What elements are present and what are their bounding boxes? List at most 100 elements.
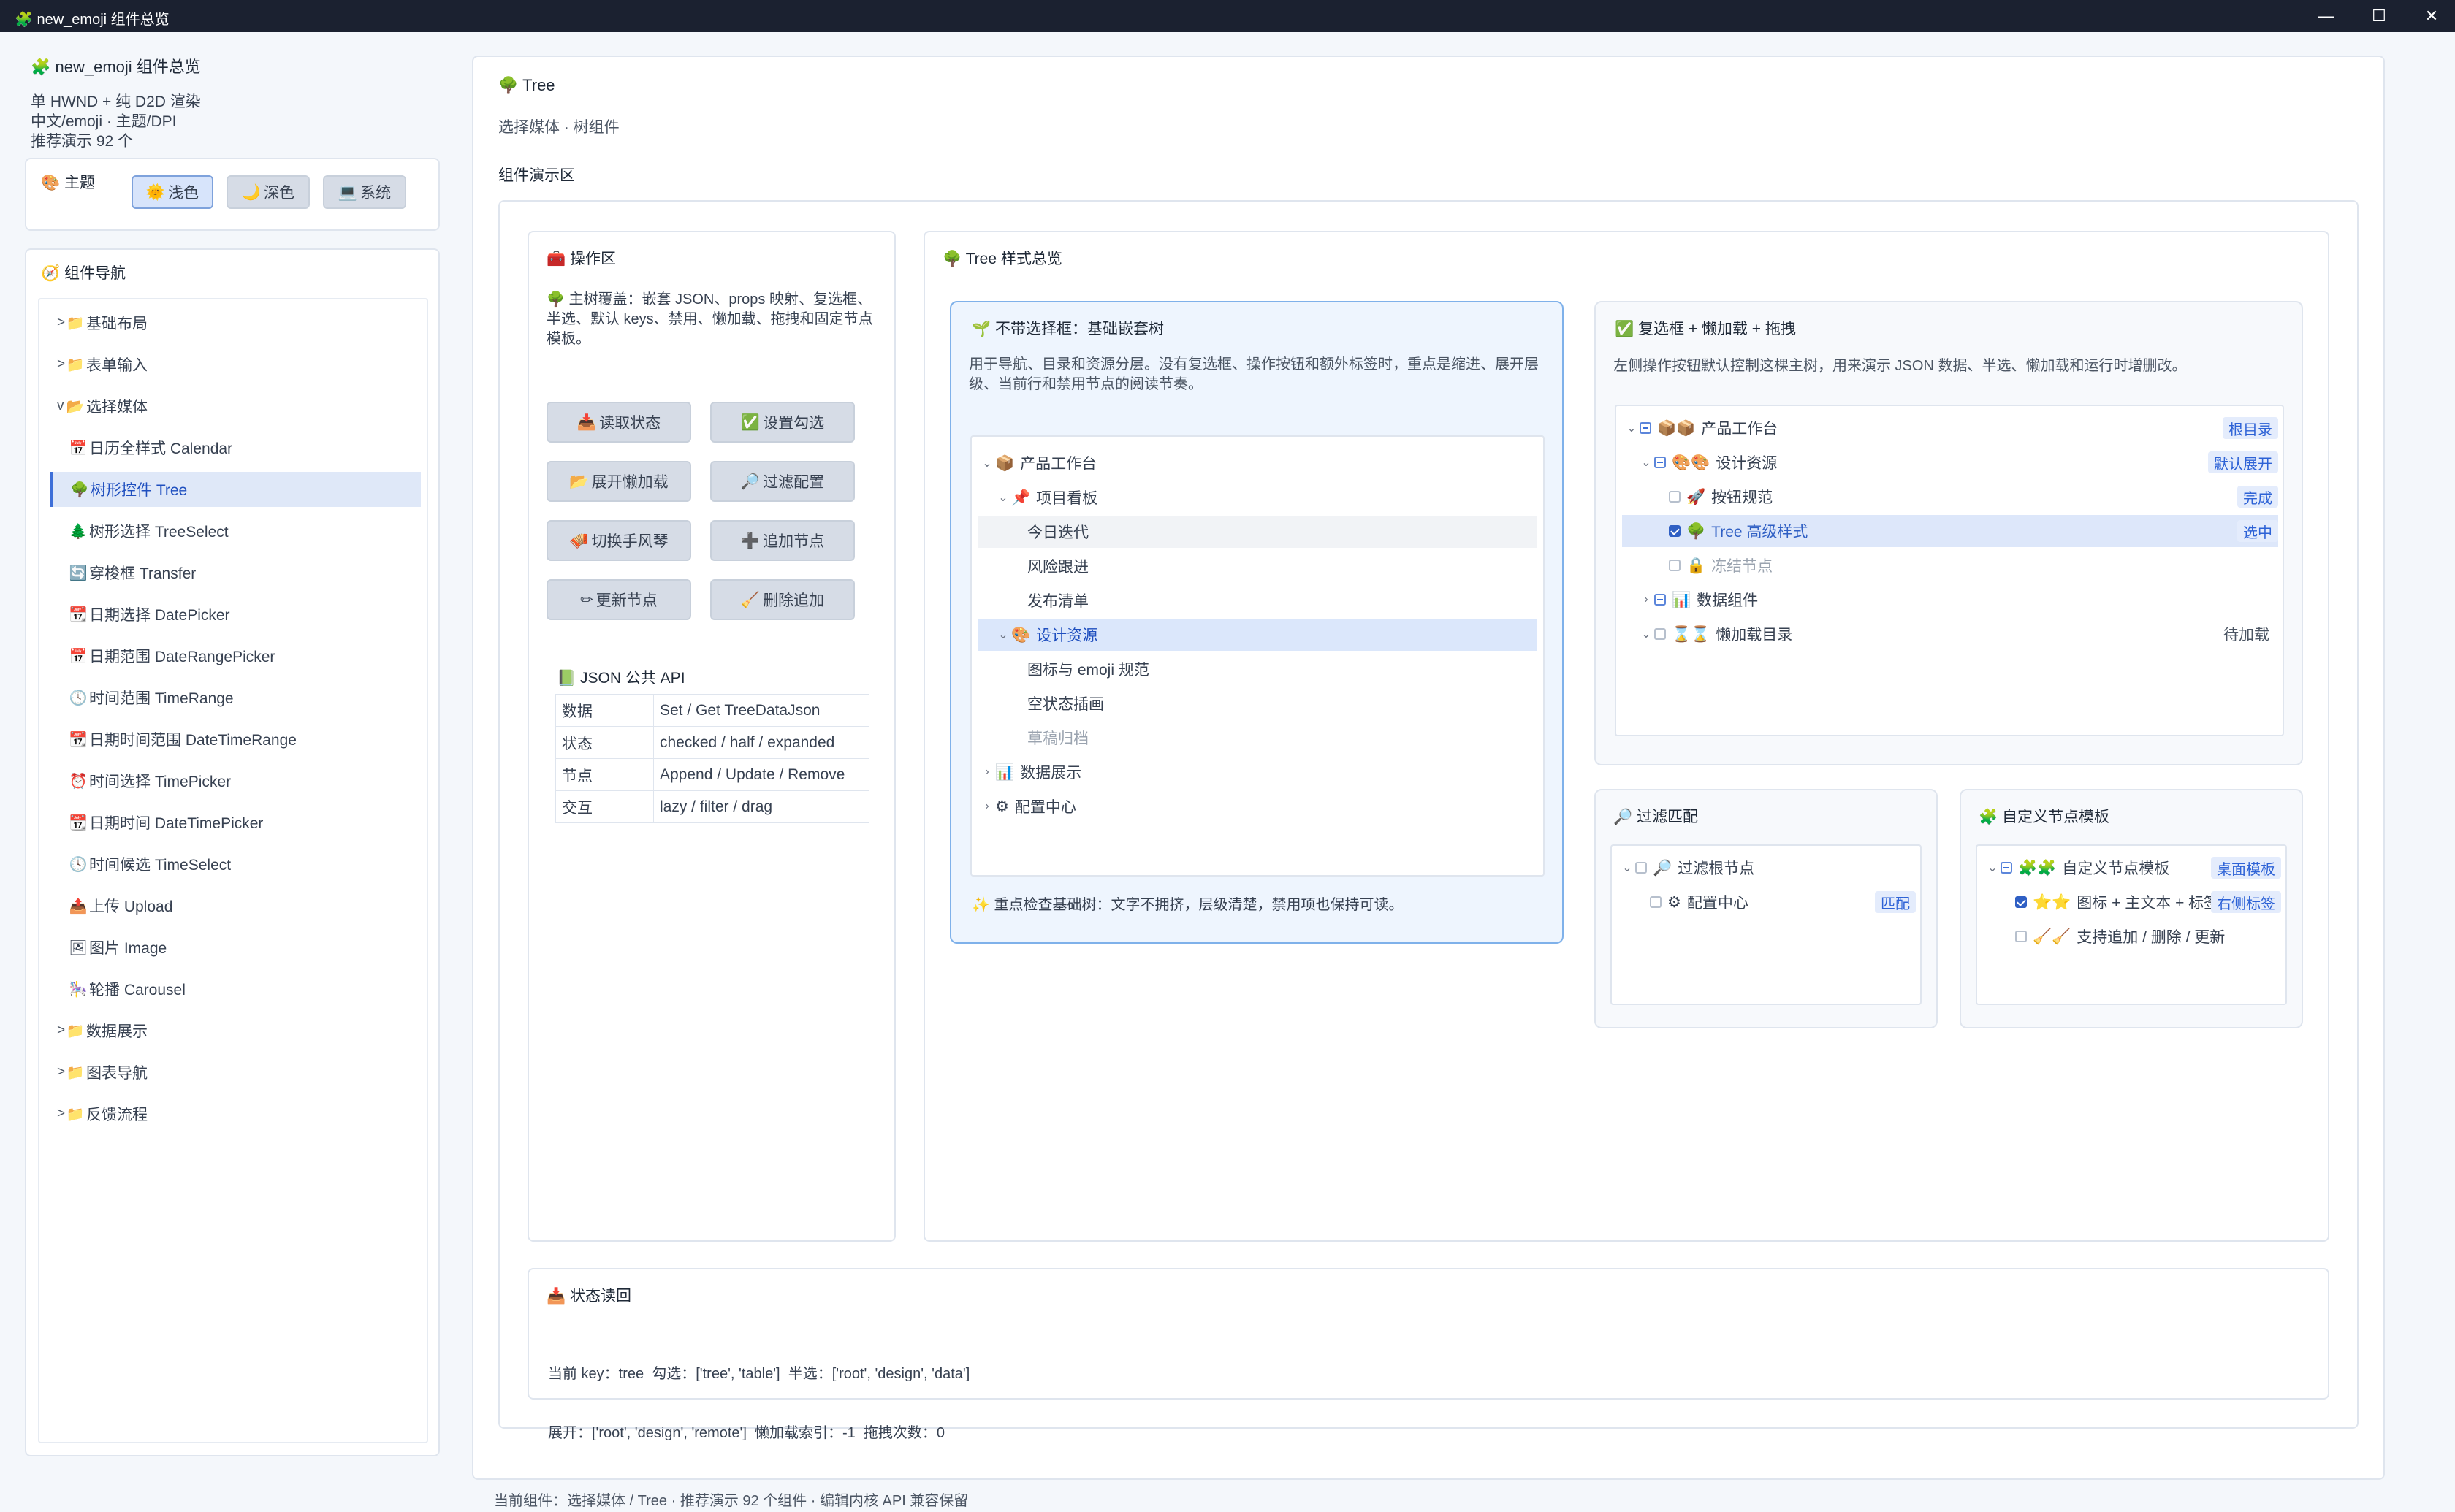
sidebar-item[interactable]: 📆 日期时间范围 DateTimeRange xyxy=(51,722,416,757)
api-key: 状态 xyxy=(555,726,654,759)
tree-node[interactable]: › 📊 数据组件 xyxy=(1622,584,2278,616)
tree-node[interactable]: 风险跟进 xyxy=(978,550,1537,582)
sidebar-item[interactable]: 🎠 轮播 Carousel xyxy=(51,971,416,1007)
tree-node[interactable]: ⌄ 📌 项目看板 xyxy=(978,481,1537,513)
sidebar-item[interactable]: v 📂 选择媒体 xyxy=(51,389,416,424)
theme-dark-button[interactable]: 🌙 深色 xyxy=(227,175,310,209)
sidebar-item[interactable]: > 📁 图表导航 xyxy=(51,1055,416,1090)
tree-node[interactable]: 🧹🧹 支持追加 / 删除 / 更新 xyxy=(1983,920,2281,952)
tree-checkbox[interactable] xyxy=(1669,491,1681,503)
sidebar-item-label: 图表导航 xyxy=(86,1065,148,1082)
tree-node[interactable]: ⌄ 🎨 设计资源 xyxy=(978,619,1537,651)
tree-node[interactable]: 今日迭代 xyxy=(978,516,1537,548)
chevron-icon[interactable]: › xyxy=(1638,593,1654,606)
sidebar-item[interactable]: 📆 日期选择 DatePicker xyxy=(51,597,416,632)
ops-button[interactable]: ✅ 设置勾选 xyxy=(710,402,855,443)
expand-toggle[interactable]: > xyxy=(57,315,66,331)
tree-node[interactable]: 🚀 按钮规范 完成 xyxy=(1622,481,2278,513)
main-panel: 🌳 Tree 选择媒体 · 树组件 组件演示区 🧰 操作区 🌳 主树覆盖：嵌套 … xyxy=(472,56,2385,1480)
chevron-icon[interactable]: ⌄ xyxy=(1984,860,2001,875)
chevron-icon[interactable]: › xyxy=(979,800,995,813)
sidebar-item[interactable]: 🌳 树形控件 Tree xyxy=(50,472,421,507)
tree-checkbox[interactable] xyxy=(1654,457,1666,468)
sidebar-item[interactable]: 📤 上传 Upload xyxy=(51,888,416,923)
expand-toggle[interactable]: > xyxy=(57,356,66,373)
chevron-icon[interactable]: ⌄ xyxy=(995,627,1011,642)
table-row: 节点 Append / Update / Remove xyxy=(555,758,869,791)
tree-node[interactable]: ⌄ 🔎 过滤根节点 xyxy=(1618,852,1916,884)
tree-node[interactable]: 🌳 Tree 高级样式 选中 xyxy=(1622,515,2278,547)
node-icon: 🚀 xyxy=(1686,487,1706,505)
tree-node[interactable]: ⌄ 📦📦 产品工作台 根目录 xyxy=(1622,412,2278,444)
ops-button[interactable]: 📥 读取状态 xyxy=(547,402,691,443)
tree-node[interactable]: 空状态插画 xyxy=(978,687,1537,719)
node-tag: 选中 xyxy=(2237,520,2278,542)
sidebar-item[interactable]: 📅 日期范围 DateRangePicker xyxy=(51,638,416,673)
sidebar-item[interactable]: 🌲 树形选择 TreeSelect xyxy=(51,513,416,549)
sidebar-item[interactable]: 🔄 穿梭框 Transfer xyxy=(51,555,416,590)
ops-button-icon: ✏ xyxy=(580,591,593,608)
tree-checkbox[interactable] xyxy=(1650,896,1662,908)
tree-checkbox[interactable] xyxy=(1669,525,1681,537)
tree-checkbox[interactable] xyxy=(1654,628,1666,640)
tree-node[interactable]: › ⚙ 配置中心 xyxy=(978,790,1537,822)
palette-icon: 🎨 xyxy=(41,174,61,191)
chevron-icon[interactable]: ⌄ xyxy=(1624,421,1640,435)
node-icon: ⚙ xyxy=(1667,893,1681,911)
api-table: 数据 Set / Get TreeDataJson 状态 checked / half… xyxy=(555,694,869,823)
sidebar-item[interactable]: ⏰ 时间选择 TimePicker xyxy=(51,763,416,798)
ops-button[interactable]: ➕ 追加节点 xyxy=(710,520,855,561)
sidebar-item[interactable]: > 📁 基础布局 xyxy=(51,305,416,340)
chevron-icon[interactable]: ⌄ xyxy=(995,490,1011,505)
tree-checkbox[interactable] xyxy=(1640,422,1651,434)
nav-item-icon: 🌳 xyxy=(70,481,89,498)
chevron-icon[interactable]: ⌄ xyxy=(1638,627,1654,641)
ops-button-icon: 🔎 xyxy=(740,472,761,490)
expand-toggle[interactable]: > xyxy=(57,1106,66,1122)
custom-tree-title: 🧩 自定义节点模板 xyxy=(1979,808,2109,825)
ops-button-label: 切换手风琴 xyxy=(591,533,669,550)
sidebar-item[interactable]: 🖼 图片 Image xyxy=(51,930,416,965)
maximize-button[interactable]: ☐ xyxy=(2364,4,2394,28)
tree-checkbox[interactable] xyxy=(2001,862,2012,874)
tree-node[interactable]: ⌄ 🎨🎨 设计资源 默认展开 xyxy=(1622,446,2278,478)
ops-button[interactable]: 🪗 切换手风琴 xyxy=(547,520,691,561)
sidebar-item[interactable]: 📅 日历全样式 Calendar xyxy=(51,430,416,465)
tree-node[interactable]: › 📊 数据展示 xyxy=(978,756,1537,788)
expand-toggle[interactable]: > xyxy=(57,1023,66,1039)
tree-node[interactable]: ⌄ ⌛⌛ 懒加载目录 待加载 xyxy=(1622,618,2278,650)
sidebar-item[interactable]: > 📁 数据展示 xyxy=(51,1013,416,1048)
tree-node[interactable]: 图标与 emoji 规范 xyxy=(978,653,1537,685)
status-text: 当前 key：tree 勾选：['tree', 'table'] 半选：['ro… xyxy=(548,1325,970,1483)
chevron-icon[interactable]: › xyxy=(979,765,995,779)
sidebar-item[interactable]: 🕓 时间候选 TimeSelect xyxy=(51,847,416,882)
chevron-icon[interactable]: ⌄ xyxy=(1619,860,1635,875)
tree-checkbox[interactable] xyxy=(2015,931,2027,942)
theme-light-button[interactable]: 🌞 浅色 xyxy=(132,175,213,209)
tree-node[interactable]: ⌄ 🧩🧩 自定义节点模板 桌面模板 xyxy=(1983,852,2281,884)
sidebar-item[interactable]: 🕓 时间范围 TimeRange xyxy=(51,680,416,715)
expand-toggle[interactable]: v xyxy=(57,398,66,414)
tree-node[interactable]: ⭐⭐ 图标 + 主文本 + 标签 右侧标签 xyxy=(1983,886,2281,918)
sidebar-item[interactable]: 📆 日期时间 DateTimePicker xyxy=(51,805,416,840)
tree-node[interactable]: ⚙ 配置中心 匹配 xyxy=(1618,886,1916,918)
close-button[interactable]: ✕ xyxy=(2417,4,2446,28)
minimize-button[interactable]: — xyxy=(2312,4,2341,28)
expand-toggle[interactable]: > xyxy=(57,1064,66,1080)
theme-system-button[interactable]: 💻 系统 xyxy=(323,175,406,209)
ops-button[interactable]: ✏ 更新节点 xyxy=(547,579,691,620)
chevron-icon[interactable]: ⌄ xyxy=(979,456,995,470)
tree-checkbox[interactable] xyxy=(2015,896,2027,908)
sidebar-item[interactable]: > 📁 表单输入 xyxy=(51,347,416,382)
ops-button[interactable]: 🧹 删除追加 xyxy=(710,579,855,620)
custom-tree-card: 🧩 自定义节点模板 ⌄ 🧩🧩 自定义节点模板 桌面模板 ⭐⭐ 图标 + 主文本 + 标签右… xyxy=(1960,789,2303,1028)
tree-node[interactable]: 发布清单 xyxy=(978,584,1537,616)
tree-node[interactable]: ⌄ 📦 产品工作台 xyxy=(978,447,1537,479)
chevron-icon[interactable]: ⌄ xyxy=(1638,455,1654,470)
sidebar-item[interactable]: > 📁 反馈流程 xyxy=(51,1096,416,1131)
tree-checkbox[interactable] xyxy=(1654,594,1666,606)
ops-button[interactable]: 🔎 过滤配置 xyxy=(710,461,855,502)
tree-checkbox[interactable] xyxy=(1669,560,1681,571)
ops-button[interactable]: 📂 展开懒加载 xyxy=(547,461,691,502)
tree-checkbox[interactable] xyxy=(1635,862,1647,874)
